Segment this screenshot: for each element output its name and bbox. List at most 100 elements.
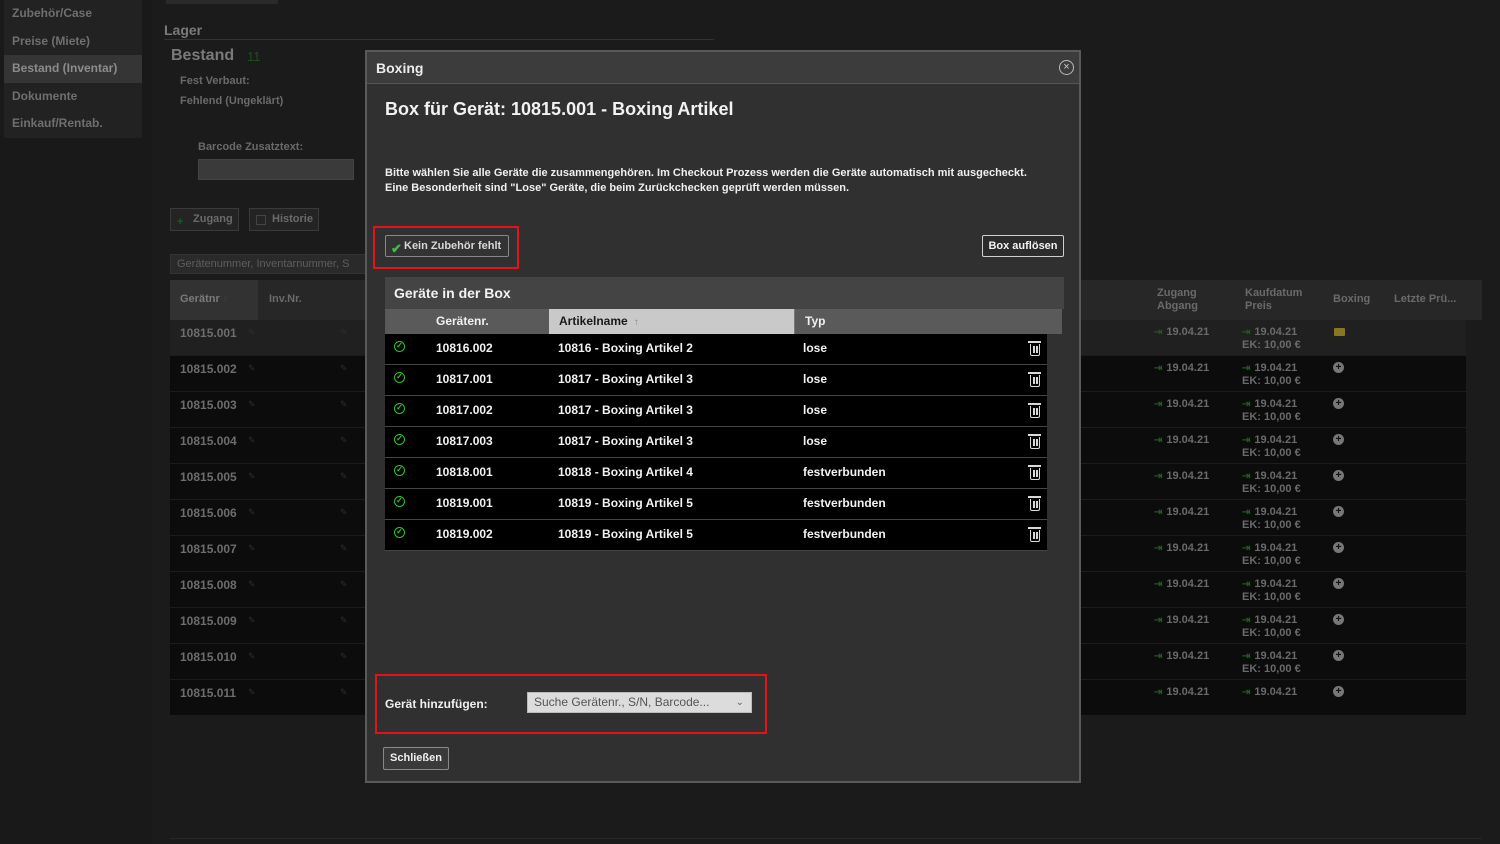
add-circle-icon[interactable]: + bbox=[1333, 506, 1344, 517]
add-circle-icon[interactable]: + bbox=[1333, 686, 1344, 697]
column-artikelname-label: Artikelname bbox=[559, 314, 628, 328]
zugang-button[interactable]: + Zugang bbox=[170, 208, 239, 231]
device-search-input[interactable]: Gerätenummer, Inventarnummer, S bbox=[170, 254, 370, 274]
edit-icon[interactable]: ✎ bbox=[340, 687, 348, 698]
device-row[interactable]: ✓ 10819.001 10819 - Boxing Artikel 5 fes… bbox=[385, 489, 1047, 520]
edit-icon[interactable]: ✎ bbox=[248, 435, 256, 446]
edit-icon[interactable]: ✎ bbox=[248, 615, 256, 626]
close-icon[interactable]: × bbox=[1059, 60, 1074, 75]
zugang-date: 19.04.21 bbox=[1166, 686, 1210, 698]
device-name: 10819 - Boxing Artikel 5 bbox=[558, 527, 693, 541]
trash-icon[interactable] bbox=[1028, 465, 1041, 480]
edit-icon[interactable]: ✎ bbox=[248, 543, 256, 554]
barcode-input[interactable] bbox=[198, 159, 354, 180]
column-header-invnr[interactable]: Inv.Nr. bbox=[269, 293, 302, 305]
kauf-date: 19.04.21 bbox=[1254, 398, 1298, 410]
edit-icon[interactable]: ✎ bbox=[340, 507, 348, 518]
edit-icon[interactable]: ✎ bbox=[340, 363, 348, 374]
boxing-dialog: Boxing × Box für Gerät: 10815.001 - Boxi… bbox=[365, 50, 1081, 783]
edit-icon[interactable]: ✎ bbox=[248, 327, 256, 338]
check-icon: ✔ bbox=[391, 241, 402, 256]
device-row[interactable]: ✓ 10817.003 10817 - Boxing Artikel 3 los… bbox=[385, 427, 1047, 458]
column-header-geraetenr[interactable]: Gerätenr. bbox=[385, 309, 549, 334]
trash-icon[interactable] bbox=[1028, 434, 1041, 449]
trash-icon[interactable] bbox=[1028, 403, 1041, 418]
edit-icon[interactable]: ✎ bbox=[340, 543, 348, 554]
edit-icon[interactable]: ✎ bbox=[340, 579, 348, 590]
add-circle-icon[interactable]: + bbox=[1333, 650, 1344, 661]
schliessen-button[interactable]: Schließen bbox=[383, 747, 449, 770]
sort-up-icon: ↑ bbox=[633, 317, 639, 328]
trash-icon[interactable] bbox=[1028, 527, 1041, 542]
device-row[interactable]: ✓ 10819.002 10819 - Boxing Artikel 5 fes… bbox=[385, 520, 1047, 551]
zugang-date: 19.04.21 bbox=[1166, 326, 1210, 338]
device-name: 10816 - Boxing Artikel 2 bbox=[558, 341, 693, 355]
add-circle-icon[interactable]: + bbox=[1333, 362, 1344, 373]
cell-kaufdatum: ⇥ 19.04.21 bbox=[1242, 686, 1297, 699]
arrow-in-icon: ⇥ bbox=[1242, 363, 1251, 374]
column-header-zugang[interactable]: Zugang Abgang bbox=[1157, 287, 1198, 313]
add-circle-icon[interactable]: + bbox=[1333, 614, 1344, 625]
device-row[interactable]: ✓ 10817.001 10817 - Boxing Artikel 3 los… bbox=[385, 365, 1047, 396]
arrow-in-icon: ⇥ bbox=[1154, 435, 1163, 446]
device-row[interactable]: ✓ 10816.002 10816 - Boxing Artikel 2 los… bbox=[385, 334, 1047, 365]
edit-icon[interactable]: ✎ bbox=[248, 687, 256, 698]
arrow-in-icon: ⇥ bbox=[1154, 579, 1163, 590]
chevron-down-icon: ⌄ bbox=[735, 697, 744, 708]
dialog-heading: Box für Gerät: 10815.001 - Boxing Artike… bbox=[385, 99, 734, 119]
kein-zubehoer-button[interactable]: ✔ Kein Zubehör fehlt bbox=[385, 235, 509, 257]
arrow-in-icon: ⇥ bbox=[1242, 651, 1251, 662]
edit-icon[interactable]: ✎ bbox=[248, 399, 256, 410]
kauf-date: 19.04.21 bbox=[1254, 614, 1298, 626]
cell-kaufdatum: ⇥ 19.04.21 EK: 10,00 € bbox=[1242, 398, 1301, 424]
cell-zugang: ⇥ 19.04.21 bbox=[1154, 578, 1209, 590]
edit-icon[interactable]: ✎ bbox=[340, 471, 348, 482]
top-tab[interactable] bbox=[166, 0, 278, 4]
edit-icon[interactable]: ✎ bbox=[340, 615, 348, 626]
add-circle-icon[interactable]: + bbox=[1333, 470, 1344, 481]
sidebar-item-dokumente[interactable]: Dokumente bbox=[4, 83, 142, 111]
add-circle-icon[interactable]: + bbox=[1333, 398, 1344, 409]
device-row[interactable]: ✓ 10817.002 10817 - Boxing Artikel 3 los… bbox=[385, 396, 1047, 427]
device-row[interactable]: ✓ 10818.001 10818 - Boxing Artikel 4 fes… bbox=[385, 458, 1047, 489]
column-header-boxing[interactable]: Boxing bbox=[1333, 293, 1370, 306]
sidebar-item-einkauf[interactable]: Einkauf/Rentab. bbox=[4, 110, 142, 138]
sidebar-item-preise[interactable]: Preise (Miete) bbox=[4, 28, 142, 56]
edit-icon[interactable]: ✎ bbox=[248, 471, 256, 482]
edit-icon[interactable]: ✎ bbox=[248, 507, 256, 518]
add-circle-icon[interactable]: + bbox=[1333, 542, 1344, 553]
trash-icon[interactable] bbox=[1028, 372, 1041, 387]
trash-icon[interactable] bbox=[1028, 496, 1041, 511]
edit-icon[interactable]: ✎ bbox=[340, 651, 348, 662]
column-header-kaufdatum[interactable]: Kaufdatum Preis bbox=[1245, 287, 1302, 313]
case-icon[interactable] bbox=[1334, 328, 1345, 336]
add-circle-icon[interactable]: + bbox=[1333, 578, 1344, 589]
edit-icon[interactable]: ✎ bbox=[340, 327, 348, 338]
edit-icon[interactable]: ✎ bbox=[248, 579, 256, 590]
zugang-date: 19.04.21 bbox=[1166, 578, 1210, 590]
device-typ: festverbunden bbox=[803, 496, 886, 510]
box-aufloesen-button[interactable]: Box auflösen bbox=[982, 235, 1064, 257]
add-circle-icon[interactable]: + bbox=[1333, 434, 1344, 445]
edit-icon[interactable]: ✎ bbox=[248, 363, 256, 374]
device-nr: 10819.001 bbox=[436, 496, 493, 510]
sidebar-item-bestand[interactable]: Bestand (Inventar) bbox=[4, 55, 142, 83]
cell-kaufdatum: ⇥ 19.04.21 EK: 10,00 € bbox=[1242, 542, 1301, 568]
cell-kaufdatum: ⇥ 19.04.21 EK: 10,00 € bbox=[1242, 614, 1301, 640]
add-device-select[interactable]: Suche Gerätenr., S/N, Barcode... ⌄ bbox=[527, 692, 752, 713]
sidebar-item-zubehoer[interactable]: Zubehör/Case bbox=[4, 0, 142, 28]
column-header-letzte[interactable]: Letzte Prü... bbox=[1394, 293, 1456, 306]
trash-icon[interactable] bbox=[1028, 341, 1041, 356]
column-header-artikelname[interactable]: Artikelname ↑ bbox=[549, 309, 794, 334]
cell-kaufdatum: ⇥ 19.04.21 EK: 10,00 € bbox=[1242, 434, 1301, 460]
cell-geraetnr: 10815.003 bbox=[180, 398, 237, 412]
arrow-in-icon: ⇥ bbox=[1154, 399, 1163, 410]
edit-icon[interactable]: ✎ bbox=[340, 435, 348, 446]
edit-icon[interactable]: ✎ bbox=[340, 399, 348, 410]
column-header-geraetnr[interactable]: Gerätnr ↑ bbox=[170, 280, 258, 320]
column-header-typ[interactable]: Typ bbox=[794, 309, 1062, 334]
historie-button[interactable]: Historie bbox=[249, 208, 319, 231]
cell-geraetnr: 10815.010 bbox=[180, 650, 237, 664]
edit-icon[interactable]: ✎ bbox=[248, 651, 256, 662]
arrow-in-icon: ⇥ bbox=[1154, 471, 1163, 482]
